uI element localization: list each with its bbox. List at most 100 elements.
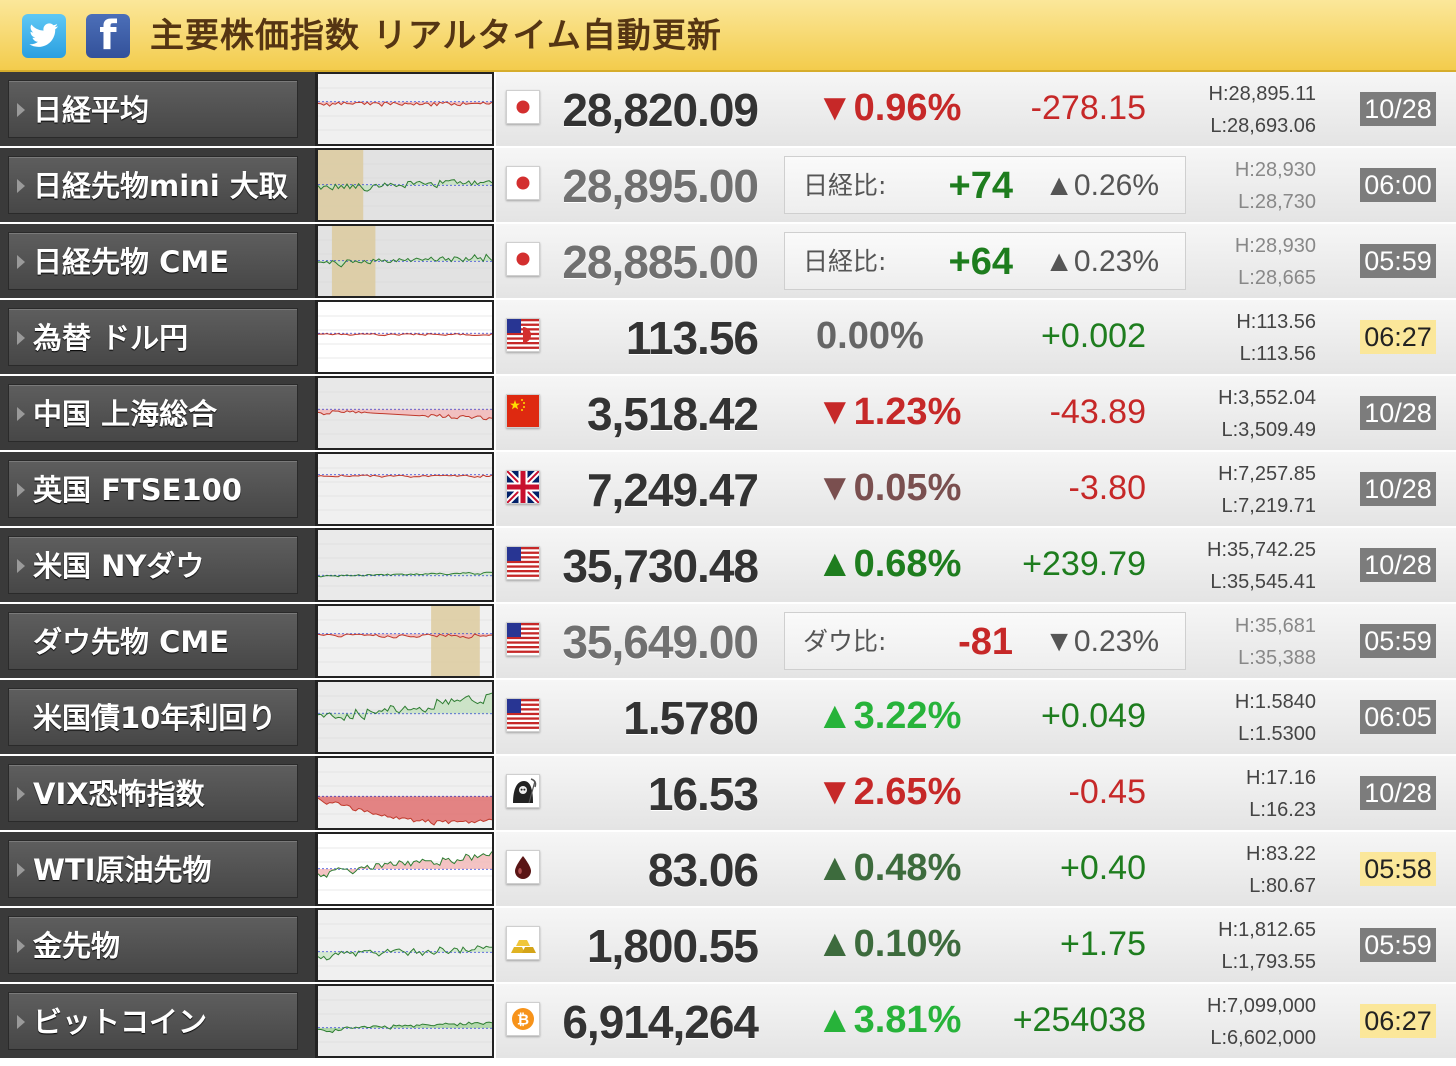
market-flag: [506, 394, 540, 428]
mini-chart[interactable]: [316, 756, 494, 830]
mini-chart[interactable]: [316, 528, 494, 602]
index-name-button[interactable]: 金先物: [8, 916, 298, 974]
mini-chart[interactable]: [316, 680, 494, 754]
index-name-cell: 為替 ドル円: [0, 300, 316, 374]
index-row[interactable]: 日経先物mini 大取 28,895.00 日経比: +74 ▲0.26% H:28,93…: [0, 148, 1456, 224]
index-price: 35,649.00: [562, 616, 759, 668]
index-name-cell: VIX恐怖指数: [0, 756, 316, 830]
change-value: +1.75: [1059, 925, 1146, 963]
mini-chart[interactable]: [316, 72, 494, 146]
comparison-value: -81: [958, 621, 1013, 663]
twitter-share-button[interactable]: [22, 14, 66, 58]
index-name-button[interactable]: 中国 上海総合: [8, 384, 298, 442]
bitcoin-icon: ₿: [507, 1003, 539, 1035]
index-row[interactable]: 日経平均 28,820.09 ▼0.96% -278.15 H:28,895.11 L:2…: [0, 72, 1456, 148]
market-flag: [506, 622, 540, 656]
sparkline-chart: [318, 226, 492, 296]
index-row[interactable]: 米国債10年利回り 1.5780 ▲3.22% +0.049 H:1.5840 L:1.5…: [0, 680, 1456, 756]
sparkline-chart: [318, 74, 492, 144]
low-value: L:28,730: [1238, 191, 1316, 213]
high-low: H:17.16 L:16.23: [1176, 762, 1316, 826]
change-value: -0.45: [1068, 773, 1147, 811]
change-value: +0.002: [1041, 317, 1146, 355]
mini-chart[interactable]: [316, 300, 494, 374]
index-price: 6,914,264: [562, 996, 759, 1048]
mini-chart[interactable]: [316, 452, 494, 526]
low-value: L:35,545.41: [1210, 571, 1316, 593]
mini-chart[interactable]: [316, 148, 494, 222]
index-row[interactable]: 金先物 1,800.55 ▲0.10% +1.75 H:1,812.65 L:1,793.…: [0, 908, 1456, 984]
index-name-button[interactable]: WTI原油先物: [8, 840, 298, 898]
high-low: H:113.56 L:113.56: [1176, 306, 1316, 370]
index-price: 113.56: [625, 312, 759, 364]
index-name-button[interactable]: 英国 FTSE100: [8, 460, 298, 518]
change-percent: ▲3.81%: [816, 999, 962, 1041]
mini-chart[interactable]: [316, 376, 494, 450]
high-value: H:1.5840: [1234, 691, 1316, 713]
quote-cell: 28,895.00 日経比: +74 ▲0.26% H:28,930 L:28,730 06…: [496, 148, 1456, 222]
index-name-button[interactable]: 日経先物mini 大取: [8, 156, 298, 214]
index-price: 28,885.00: [562, 236, 759, 288]
market-flag: [506, 926, 540, 960]
comparison-box: ダウ比: -81 ▼0.23%: [784, 612, 1186, 670]
facebook-share-button[interactable]: f: [86, 14, 130, 58]
usd-jpy-flag-icon: [507, 319, 539, 351]
index-name-button[interactable]: 為替 ドル円: [8, 308, 298, 366]
japan-flag-icon: [507, 167, 539, 199]
mini-chart[interactable]: [316, 224, 494, 298]
comparison-percent: ▲0.26%: [1044, 169, 1159, 202]
mini-chart[interactable]: [316, 604, 494, 678]
high-value: H:28,930: [1234, 235, 1316, 257]
quote-cell: 35,730.48 ▲0.68% +239.79 H:35,742.25 L:35,54…: [496, 528, 1456, 602]
index-row[interactable]: 中国 上海総合 3,518.42 ▼1.23% -43.89 H:3,552.04 L:3…: [0, 376, 1456, 452]
quote-cell: 3,518.42 ▼1.23% -43.89 H:3,552.04 L:3,509.49…: [496, 376, 1456, 450]
comparison-box: 日経比: +64 ▲0.23%: [784, 232, 1186, 290]
index-row[interactable]: WTI原油先物 83.06 ▲0.48% +0.40 H:83.22 L:80.67 05:…: [0, 832, 1456, 908]
index-row[interactable]: 英国 FTSE100 7,249.47 ▼0.05% -3.80 H:7,257.85 L…: [0, 452, 1456, 528]
mini-chart[interactable]: [316, 832, 494, 906]
high-low: H:7,099,000 L:6,602,000: [1176, 990, 1316, 1054]
index-name: 日経先物 CME: [33, 245, 230, 279]
index-price: 35,730.48: [562, 540, 759, 592]
comparison-label: ダウ比:: [803, 627, 887, 656]
low-value: L:35,388: [1238, 647, 1316, 669]
index-row[interactable]: VIX恐怖指数 16.53 ▼2.65% -0.45 H:17.16 L:16.23 10/…: [0, 756, 1456, 832]
change-percent: ▲0.68%: [816, 543, 962, 585]
low-value: L:6,602,000: [1210, 1027, 1316, 1049]
index-name-button[interactable]: 日経先物 CME: [8, 232, 298, 290]
index-row[interactable]: 為替 ドル円 113.56 0.00% +0.002 H:113.56 L:113.56 0…: [0, 300, 1456, 376]
index-row[interactable]: 日経先物 CME 28,885.00 日経比: +64 ▲0.23% H:28,930 L:…: [0, 224, 1456, 300]
mini-chart[interactable]: [316, 908, 494, 982]
update-time-badge: 10/28: [1360, 472, 1436, 506]
sparkline-chart: [318, 682, 492, 752]
uk-flag-icon: [507, 471, 539, 503]
low-value: L:16.23: [1249, 799, 1316, 821]
update-time-badge: 05:59: [1360, 624, 1436, 658]
index-name-button[interactable]: ビットコイン: [8, 992, 298, 1050]
index-name-button[interactable]: VIX恐怖指数: [8, 764, 298, 822]
expand-arrow-icon: [17, 939, 25, 953]
index-name-button[interactable]: ダウ先物 CME: [8, 612, 298, 670]
index-name: 金先物: [33, 929, 121, 963]
high-low: H:7,257.85 L:7,219.71: [1176, 458, 1316, 522]
expand-arrow-icon: [17, 255, 25, 269]
high-value: H:7,257.85: [1218, 463, 1316, 485]
index-name-button[interactable]: 米国 NYダウ: [8, 536, 298, 594]
index-name-cell: 米国 NYダウ: [0, 528, 316, 602]
change-value: -43.89: [1049, 393, 1146, 431]
index-name-button[interactable]: 日経平均: [8, 80, 298, 138]
high-low: H:1.5840 L:1.5300: [1176, 686, 1316, 750]
header-bar: f 主要株価指数 リアルタイム自動更新: [0, 0, 1456, 72]
sparkline-chart: [318, 910, 492, 980]
index-row[interactable]: ビットコイン ₿ 6,914,264 ▲3.81% +254038 H:7,099,000…: [0, 984, 1456, 1060]
index-name: 米国債10年利回り: [33, 701, 277, 735]
high-low: H:28,930 L:28,665: [1176, 230, 1316, 294]
sparkline-chart: [318, 378, 492, 448]
twitter-bird-icon: [29, 23, 58, 47]
index-row[interactable]: 米国 NYダウ 35,730.48 ▲0.68% +239.79 H:35,742.25…: [0, 528, 1456, 604]
index-price: 1,800.55: [586, 920, 759, 972]
index-name-button[interactable]: 米国債10年利回り: [8, 688, 298, 746]
index-row[interactable]: ダウ先物 CME 35,649.00 ダウ比: -81 ▼0.23% H:35,681 L:…: [0, 604, 1456, 680]
index-name: ビットコイン: [33, 1005, 208, 1039]
mini-chart[interactable]: [316, 984, 494, 1058]
